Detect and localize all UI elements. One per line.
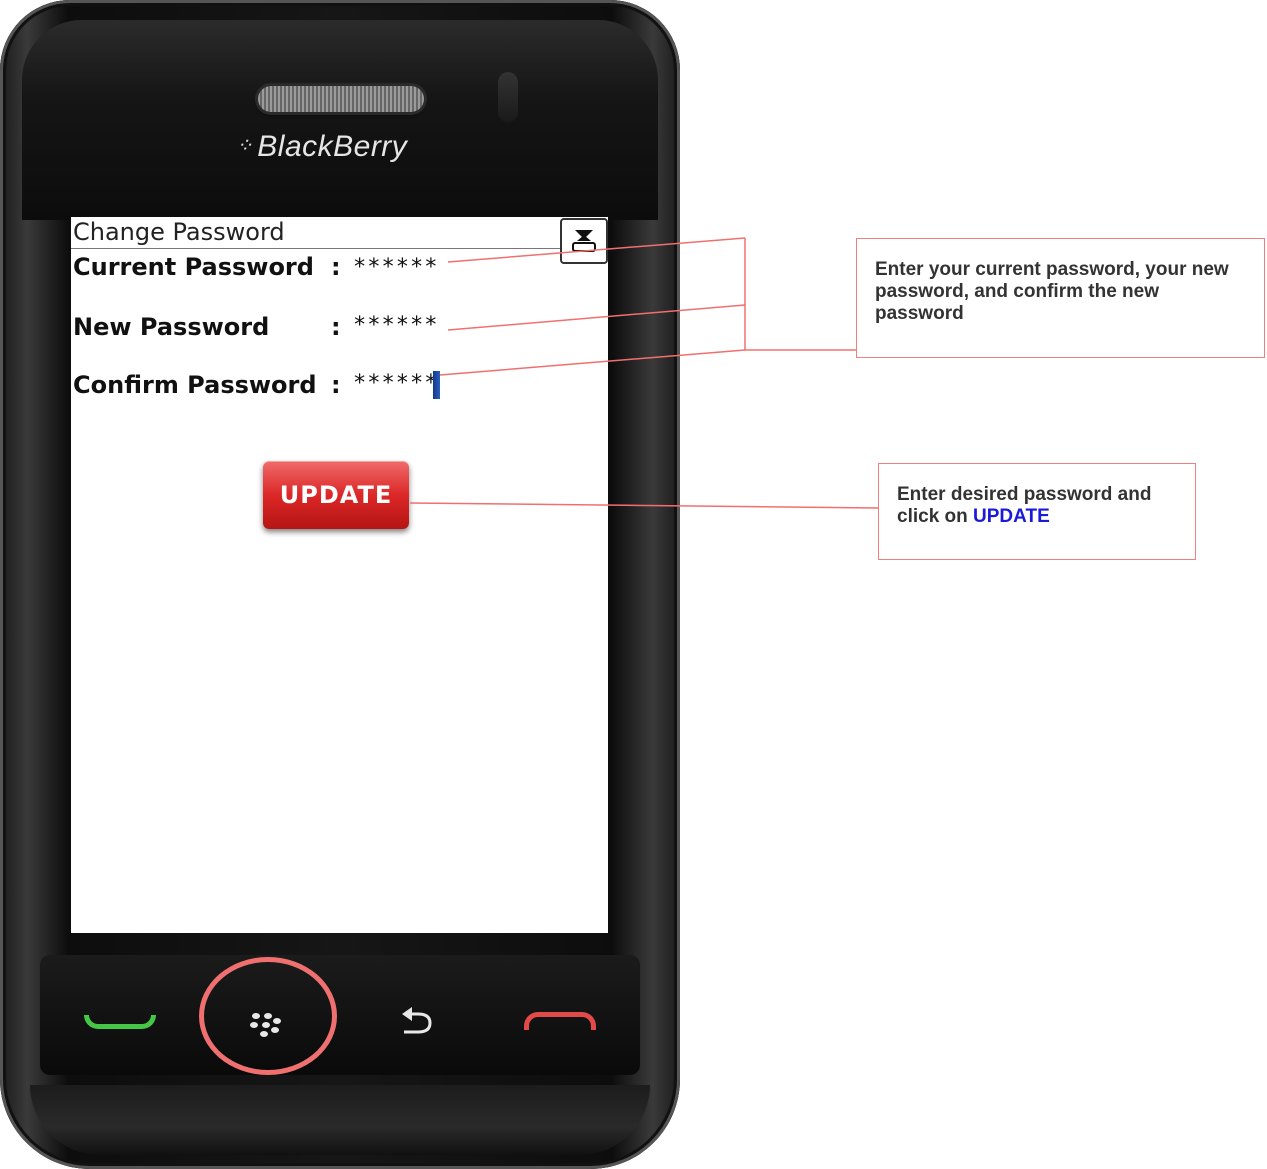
keyboard-toggle-icon[interactable] — [560, 218, 608, 264]
password-fields-callout: Enter your current password, your new pa… — [856, 238, 1265, 358]
new-password-label: New Password — [73, 313, 270, 341]
screen-title: Change Password — [73, 218, 285, 246]
update-callout: Enter desired password and click on UPDA… — [878, 463, 1196, 560]
confirm-password-label: Confirm Password — [73, 371, 317, 399]
phone-bottom-bezel — [30, 1085, 650, 1155]
current-password-field[interactable]: ****** — [353, 255, 438, 280]
back-arrow-icon[interactable] — [396, 1000, 440, 1040]
phone-top-bezel — [22, 20, 658, 220]
confirm-password-field[interactable]: ****** — [353, 371, 438, 396]
brand-name: BlackBerry — [257, 130, 408, 163]
new-password-field[interactable]: ****** — [353, 313, 438, 338]
update-callout-highlight: UPDATE — [973, 506, 1050, 527]
device-screen: Change Password Current Password : *****… — [71, 217, 608, 933]
new-password-colon: : — [331, 313, 341, 341]
title-divider — [71, 248, 561, 249]
call-key-icon[interactable] — [84, 1015, 156, 1029]
current-password-colon: : — [331, 253, 341, 281]
end-call-icon[interactable] — [524, 1012, 596, 1030]
speaker-grille — [258, 86, 424, 112]
menu-key-highlight-circle — [199, 957, 337, 1075]
update-button[interactable]: UPDATE — [263, 461, 409, 529]
password-fields-callout-text: Enter your current password, your new pa… — [875, 259, 1229, 324]
text-cursor — [433, 371, 440, 399]
current-password-label: Current Password — [73, 253, 314, 281]
notification-led — [498, 72, 518, 122]
brand-logo: ⁘ BlackBerry — [236, 130, 476, 170]
blackberry-logo-icon: ⁘ — [236, 135, 254, 157]
confirm-password-colon: : — [331, 371, 341, 399]
